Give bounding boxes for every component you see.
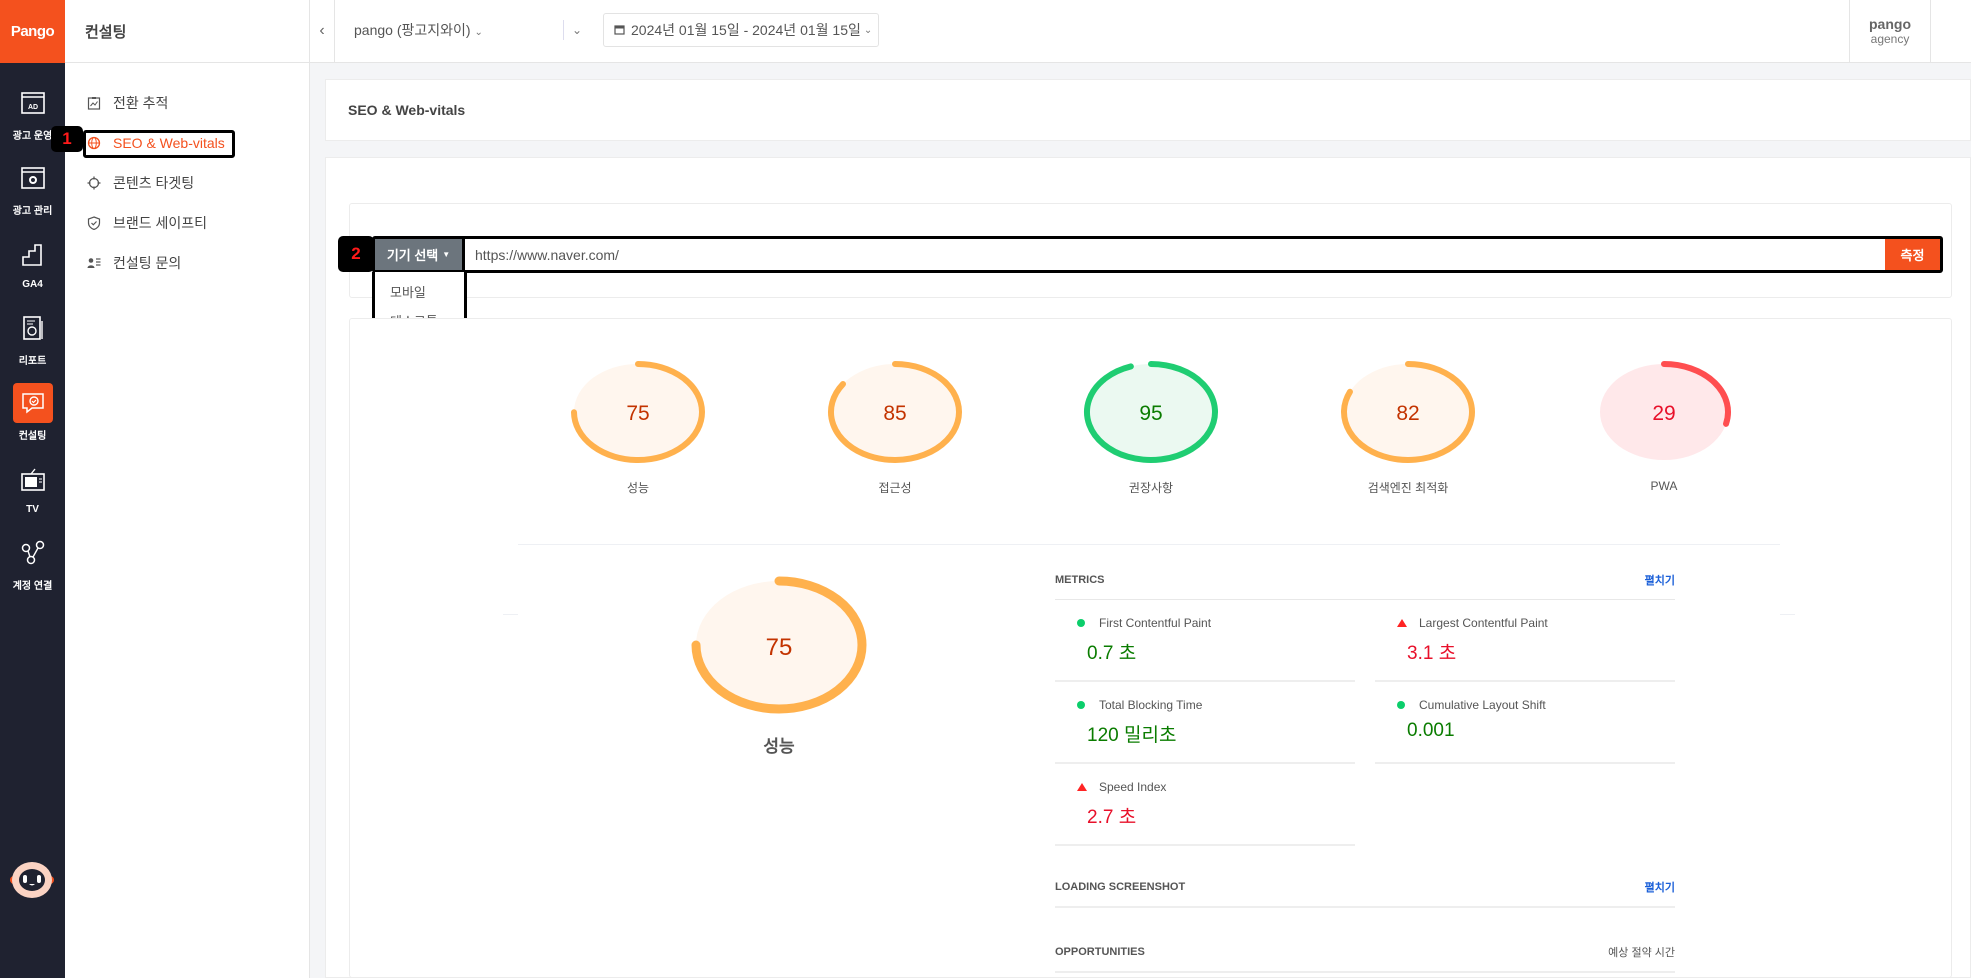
metric-cls: Cumulative Layout Shift 0.001 <box>1375 682 1675 764</box>
divider <box>518 544 1780 545</box>
pango-logo[interactable]: Pango <box>0 0 65 63</box>
ga4-chart-icon <box>13 235 53 275</box>
gauge-value: 29 <box>1652 402 1675 425</box>
rail-item-consulting[interactable]: 컨설팅 <box>0 375 65 450</box>
score-gauge: 75 성능 <box>568 357 708 496</box>
warning-triangle-icon <box>1077 783 1087 791</box>
good-status-icon <box>1397 701 1405 709</box>
gauge-label: 성능 <box>763 737 795 756</box>
user-list-icon <box>87 256 101 270</box>
chatbot-avatar-icon[interactable] <box>8 856 56 904</box>
score-gauge: 82 검색엔진 최적화 <box>1338 357 1478 496</box>
crosshair-icon <box>87 176 101 190</box>
shield-check-icon <box>87 216 101 230</box>
metric-speed-index: Speed Index 2.7 초 <box>1055 764 1355 846</box>
page-title: SEO & Web-vitals <box>325 79 1971 141</box>
warning-triangle-icon <box>1397 619 1407 627</box>
metrics-header: METRICS 펼치기 <box>1055 560 1675 600</box>
rail-item-account-link[interactable]: 계정 연결 <box>0 525 65 600</box>
good-status-icon <box>1077 619 1085 627</box>
sidebar-item-seo-web-vitals[interactable]: SEO & Web-vitals <box>65 123 309 163</box>
opportunities-header: OPPORTUNITIES 예상 절약 시간 <box>1055 933 1675 973</box>
gauge-label: 검색엔진 최적화 <box>1367 481 1449 495</box>
url-input[interactable] <box>465 239 1885 270</box>
consulting-icon <box>12 383 53 423</box>
date-range-picker[interactable]: 2024년 01월 15일 - 2024년 01월 15일 ⌄ <box>603 13 879 47</box>
metric-tbt: Total Blocking Time 120 밀리초 <box>1055 682 1355 764</box>
sidebar-title: 컨설팅 <box>65 0 309 63</box>
clipboard-chart-icon <box>87 96 101 110</box>
rail-item-ga4[interactable]: GA4 <box>0 225 65 300</box>
measure-button[interactable]: 측정 <box>1885 239 1940 270</box>
url-form: 기기 선택 ▼ 측정 <box>372 236 1943 273</box>
loading-screenshot-expand-link[interactable]: 펼치기 <box>1645 879 1675 895</box>
empty-cell <box>1375 764 1675 846</box>
rail-item-ad-management[interactable]: 광고 관리 <box>0 150 65 225</box>
sidebar-item-content-targeting[interactable]: 콘텐츠 타겟팅 <box>65 163 309 203</box>
account-link-icon <box>13 533 53 573</box>
account-select[interactable]: pango (팡고지와이) ⌄ <box>354 20 483 40</box>
gauge-label: 접근성 <box>878 481 912 495</box>
consulting-sidebar: 컨설팅 전환 추적 SEO & Web-vitals 콘텐츠 타겟팅 브랜드 세… <box>65 0 310 978</box>
rail-item-tv[interactable]: TV <box>0 450 65 525</box>
highlight-box <box>83 130 235 158</box>
gauge-value: 85 <box>883 402 906 425</box>
gauge-label: 권장사항 <box>1128 481 1174 495</box>
account-dropdown-toggle[interactable]: ⌄ <box>563 20 582 40</box>
gauge-value: 82 <box>1396 402 1419 425</box>
caret-down-icon: ▼ <box>442 250 451 259</box>
good-status-icon <box>1077 701 1085 709</box>
performance-gauge-large: 75 성능 <box>686 570 872 757</box>
gauge-label: 성능 <box>626 481 650 495</box>
metrics-section: METRICS 펼치기 First Contentful Paint 0.7 초… <box>1055 560 1675 973</box>
collapse-sidebar-button[interactable]: ‹ <box>310 0 335 62</box>
chevron-down-icon: ⌄ <box>572 23 583 37</box>
gauge-value: 75 <box>626 402 649 425</box>
metric-lcp: Largest Contentful Paint 3.1 초 <box>1375 600 1675 682</box>
divider <box>1780 614 1795 615</box>
top-bar: ‹ pango (팡고지와이) ⌄ ⌄ 2024년 01월 15일 - 2024… <box>310 0 1971 63</box>
sidebar-item-brand-safety[interactable]: 브랜드 세이프티 <box>65 203 309 243</box>
svg-text:AD: AD <box>27 104 37 111</box>
tv-icon <box>13 460 53 500</box>
rail-item-report[interactable]: 리포트 <box>0 300 65 375</box>
divider <box>503 614 518 615</box>
sidebar-item-consulting-inquiry[interactable]: 컨설팅 문의 <box>65 243 309 283</box>
score-gauge: 29 PWA <box>1594 357 1734 493</box>
report-icon <box>13 308 53 348</box>
chevron-down-icon: ⌄ <box>863 24 873 36</box>
metric-fcp: First Contentful Paint 0.7 초 <box>1055 600 1355 682</box>
gauge-label: PWA <box>1650 479 1678 493</box>
score-gauge: 85 접근성 <box>825 357 965 496</box>
device-option-mobile[interactable]: 모바일 <box>375 278 464 307</box>
step-badge-1: 1 <box>51 126 83 152</box>
loading-screenshot-header: LOADING SCREENSHOT 펼치기 <box>1055 868 1675 908</box>
user-menu[interactable]: pango agency <box>1849 0 1931 62</box>
settings-window-icon <box>13 158 53 198</box>
sidebar-item-conversion-tracking[interactable]: 전환 추적 <box>65 83 309 123</box>
calendar-icon <box>614 22 625 38</box>
device-select-button[interactable]: 기기 선택 ▼ <box>375 239 465 270</box>
gauge-value: 75 <box>766 634 793 661</box>
score-gauge: 95 권장사항 <box>1081 357 1221 496</box>
chevron-down-icon: ⌄ <box>474 27 483 38</box>
step-badge-2: 2 <box>338 236 374 272</box>
metrics-expand-link[interactable]: 펼치기 <box>1645 572 1675 588</box>
chevron-left-icon: ‹ <box>319 22 325 39</box>
ad-window-icon: AD <box>13 83 53 123</box>
gauge-value: 95 <box>1139 402 1162 425</box>
